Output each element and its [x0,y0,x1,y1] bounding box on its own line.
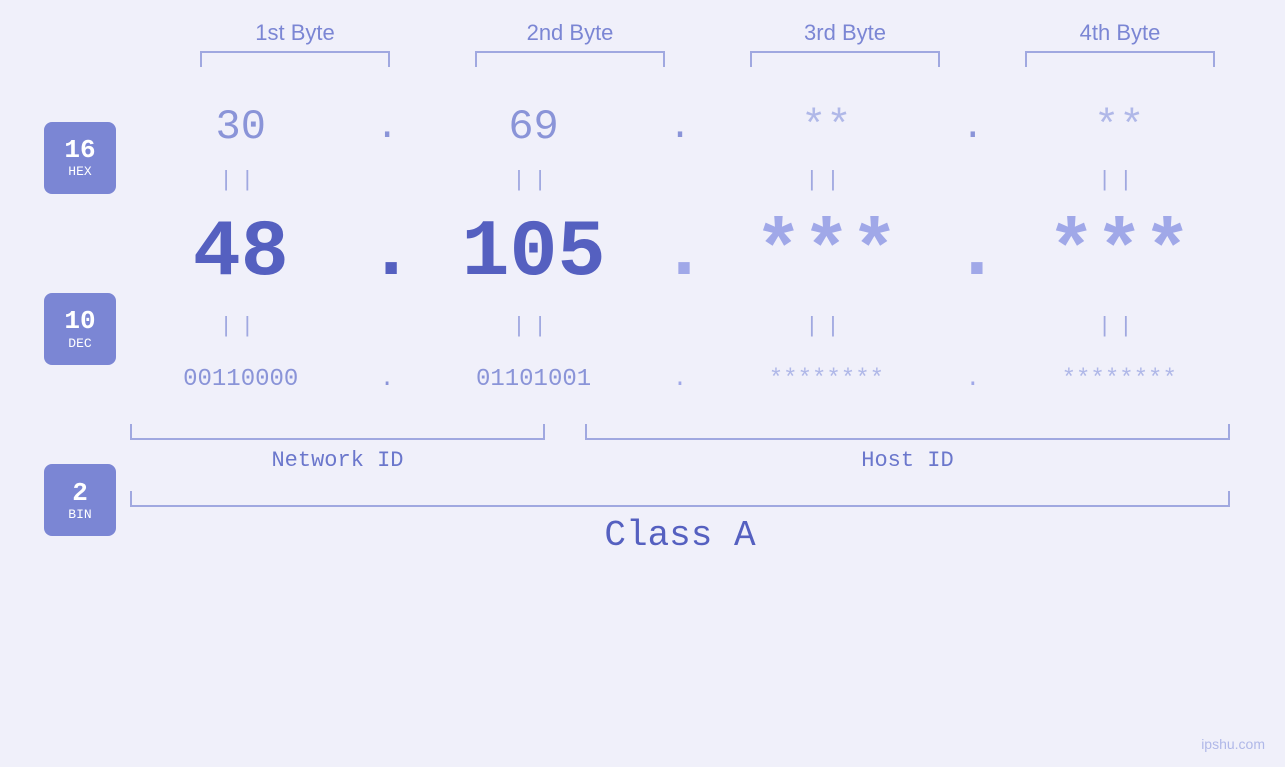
class-bracket-container [130,491,1230,507]
hex-row: 30 . 69 . ** . ** [130,92,1230,162]
sep-2: || [439,168,629,193]
bin-row: 00110000 . 01101001 . ******** . *******… [130,344,1230,414]
dec-dot-2: . [660,208,700,299]
sep-7: || [731,314,921,339]
rows-container: 16 HEX 10 DEC 2 BIN 30 . 69 . ** . ** [0,82,1285,556]
sep-row-2: || || || || [130,308,1230,344]
hex-dot-3: . [953,106,993,149]
dec-dot-3: . [953,208,993,299]
hex-badge: 16 HEX [44,122,116,194]
sep-6: || [439,314,629,339]
hex-badge-label: HEX [68,164,91,179]
bracket-top-3 [750,51,940,67]
bin-val-2: 01101001 [439,366,629,393]
dec-row: 48 . 105 . *** . *** [130,198,1230,308]
hex-val-4: ** [1024,103,1214,151]
bracket-top-2 [475,51,665,67]
dec-badge-label: DEC [68,336,91,351]
hex-val-3: ** [731,103,921,151]
dec-val-2: 105 [439,208,629,299]
network-bracket [130,424,545,440]
hex-badge-number: 16 [64,136,95,165]
dec-val-1: 48 [146,208,336,299]
id-labels: Network ID Host ID [130,448,1230,473]
badge-column: 16 HEX 10 DEC 2 BIN [0,82,130,556]
bin-dot-2: . [660,366,700,393]
bracket-spacer [545,424,585,440]
id-spacer [545,448,585,473]
sep-5: || [146,314,336,339]
bin-badge-number: 2 [72,479,88,508]
byte-label-2: 2nd Byte [460,20,680,46]
top-brackets [158,51,1258,67]
bin-dot-3: . [953,366,993,393]
host-bracket [585,424,1230,440]
main-container: 1st Byte 2nd Byte 3rd Byte 4th Byte 16 H… [0,0,1285,767]
dec-dot-1: . [367,208,407,299]
bracket-top-4 [1025,51,1215,67]
dec-badge-number: 10 [64,307,95,336]
bin-val-1: 00110000 [146,366,336,393]
hex-dot-1: . [367,106,407,149]
byte-labels-row: 1st Byte 2nd Byte 3rd Byte 4th Byte [158,20,1258,46]
class-label: Class A [604,515,755,556]
dec-val-4: *** [1024,208,1214,299]
sep-4: || [1024,168,1214,193]
dec-badge: 10 DEC [44,293,116,365]
byte-label-1: 1st Byte [185,20,405,46]
bin-val-4: ******** [1024,366,1214,393]
sep-row-1: || || || || [130,162,1230,198]
sep-8: || [1024,314,1214,339]
sep-1: || [146,168,336,193]
byte-label-3: 3rd Byte [735,20,955,46]
bin-dot-1: . [367,366,407,393]
sep-3: || [731,168,921,193]
bin-badge-label: BIN [68,507,91,522]
bin-badge: 2 BIN [44,464,116,536]
bracket-top-1 [200,51,390,67]
class-label-container: Class A [130,515,1230,556]
bottom-brackets [130,424,1230,440]
all-value-rows: 30 . 69 . ** . ** || || || || 48 [130,82,1230,556]
watermark: ipshu.com [1201,736,1265,752]
hex-val-2: 69 [439,103,629,151]
byte-label-4: 4th Byte [1010,20,1230,46]
hex-dot-2: . [660,106,700,149]
host-id-label: Host ID [585,448,1230,473]
network-id-label: Network ID [130,448,545,473]
dec-val-3: *** [731,208,921,299]
class-bracket [130,491,1230,507]
hex-val-1: 30 [146,103,336,151]
bin-val-3: ******** [731,366,921,393]
